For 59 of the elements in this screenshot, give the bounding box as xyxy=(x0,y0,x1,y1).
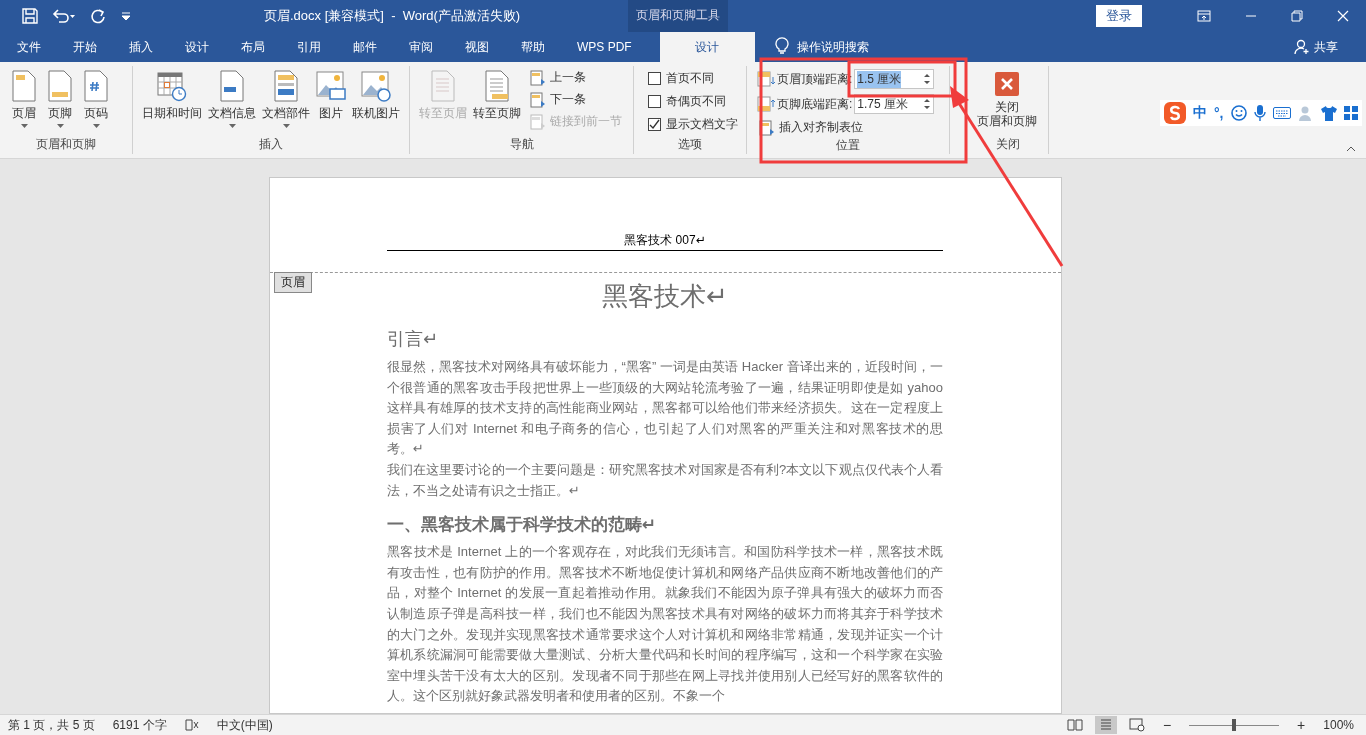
group-label: 关闭 xyxy=(995,136,1021,153)
ribbon-tab[interactable]: 帮助 xyxy=(507,32,559,62)
word-count[interactable]: 6191 个字 xyxy=(112,716,167,734)
heading: 一、黑客技术属于科学技术的范畴↵ xyxy=(387,514,658,537)
ribbon-tab[interactable]: 插入 xyxy=(115,32,167,62)
paragraph: 黑客技术是 Internet 上的一个客观存在，对此我们无须讳言。和国防科学技术一样，黑客技术既有攻击性，也有防护的作用。黑客技术不断地促使计算机和网络产品供应商不断地改善他们的产品，对整个 Internet 的发展一直起着推动作用。就象我们不能因为原子弹具有强大的破坏力而否认制造原子弹是高科技一样，我们也不能因为黑客技术具有对网络的破坏力而将其弃于科学技术的大门之外。发现并实现黑客技术通常要求这个人对计算机和网络非常精通，发现并证实一个计算机系统漏洞可能需要做大量测试、分析大量代码和长时间的程序编写，这和一个科学家在实验室中埋头苦干没有太大的区别。发现者不同于那些在网上寻找并使用别人已经写好的黑客软件的人。这个区别就好象武器发明者和使用者的区别。不象一个 xyxy=(387,543,943,706)
ribbon-tab[interactable]: 布局 xyxy=(227,32,279,62)
ribbon-button[interactable]: 文档部件 xyxy=(259,66,313,130)
language[interactable]: 中文(中国) xyxy=(216,716,273,734)
ribbon-tab[interactable]: 邮件 xyxy=(339,32,391,62)
ribbon-tab[interactable]: WPS PDF xyxy=(563,32,646,62)
ribbon-tab[interactable]: 引用 xyxy=(283,32,335,62)
ribbon-tab[interactable]: 审阅 xyxy=(395,32,447,62)
zoom-in-button[interactable]: + xyxy=(1297,717,1306,733)
ribbon-button[interactable]: 转至页脚 xyxy=(470,66,524,122)
tell-me-search[interactable]: 操作说明搜索 xyxy=(796,32,869,62)
header-text: 黑客技术 007↵ xyxy=(624,232,706,249)
ribbon-button[interactable]: 图片 xyxy=(313,66,349,122)
ribbon-button[interactable]: 上一条 xyxy=(528,68,624,87)
close-header-footer-button[interactable]: 关闭 页眉和页脚 xyxy=(974,66,1040,130)
checkbox[interactable]: 奇偶页不同 xyxy=(644,91,742,111)
ribbon-tab[interactable]: 文件 xyxy=(0,32,55,62)
ribbon-button[interactable]: 插入对齐制表位 xyxy=(757,118,935,137)
ribbon-button[interactable]: 联机图片 xyxy=(349,66,403,122)
group-label: 插入 xyxy=(258,136,284,153)
ime-mode[interactable]: 中 xyxy=(1193,104,1207,122)
group-label: 页眉和页脚 xyxy=(35,136,97,153)
checkbox[interactable]: 首页不同 xyxy=(644,68,742,88)
spin-field[interactable]: 1.75 厘米 xyxy=(854,94,935,114)
window-title: 页眉.docx [兼容模式] - Word(产品激活失败) xyxy=(264,7,522,25)
ribbon-button[interactable]: 页眉 xyxy=(6,66,42,130)
document-title: 黑客技术↵ xyxy=(601,280,729,313)
contextual-tab-title: 页眉和页脚工具 xyxy=(628,0,728,32)
header-tag: 页眉 xyxy=(273,272,312,293)
ribbon-button[interactable]: 下一条 xyxy=(528,90,624,109)
group-label: 导航 xyxy=(508,136,535,153)
group-label: 位置 xyxy=(835,137,861,154)
heading: 引言↵ xyxy=(387,328,440,351)
paragraph: 很显然，黑客技术对网络具有破坏能力，“黑客” 一词是由英语 Hacker 音译出来的，近段时间，一个很普通的黑客攻击手段把世界上一些顶级的大网站轮流考验了一遍，结果证明即使是如 yahoo 这样具有雄厚的技术支持的高性能商业网站，黑客都可以给他们带来经济损失。这在一定程度上损害了人们对 Internet 和电子商务的信心，也引起了人们对黑客的严重关注和对黑客技术的思考。↵ xyxy=(387,358,943,459)
ribbon-tab[interactable]: 开始 xyxy=(59,32,111,62)
checkbox[interactable]: 显示文档文字 xyxy=(644,114,742,134)
ribbon-button[interactable]: 文档信息 xyxy=(205,66,259,130)
login-button[interactable]: 登录 xyxy=(1096,5,1142,27)
paragraph: 我们在这里要讨论的一个主要问题是：研究黑客技术对国家是否有利?本文以下观点仅代表个人看法，不当之处请有识之士指正。↵ xyxy=(387,460,943,500)
ribbon-button[interactable]: 页码 xyxy=(78,66,114,130)
ribbon-tab[interactable]: 设计 xyxy=(659,32,755,62)
zoom-out-button[interactable]: − xyxy=(1162,717,1172,733)
spin-label: 页眉顶端距离: xyxy=(777,70,853,88)
ribbon-tab[interactable]: 视图 xyxy=(451,32,503,62)
ribbon-button[interactable]: 日期和时间 xyxy=(139,66,205,122)
share-button[interactable]: 共享 xyxy=(1288,32,1344,62)
zoom-level[interactable]: 100% xyxy=(1323,718,1354,732)
ribbon-button[interactable]: 页脚 xyxy=(42,66,78,130)
group-label: 选项 xyxy=(677,136,703,153)
ime-punctuation[interactable]: °, xyxy=(1214,105,1224,121)
spin-label: 页脚底端距离: xyxy=(777,95,853,113)
spin-field[interactable]: 1.5 厘米 xyxy=(854,69,935,89)
page-count[interactable]: 第 1 页，共 5 页 xyxy=(8,716,95,734)
ribbon-tab[interactable]: 设计 xyxy=(171,32,223,62)
